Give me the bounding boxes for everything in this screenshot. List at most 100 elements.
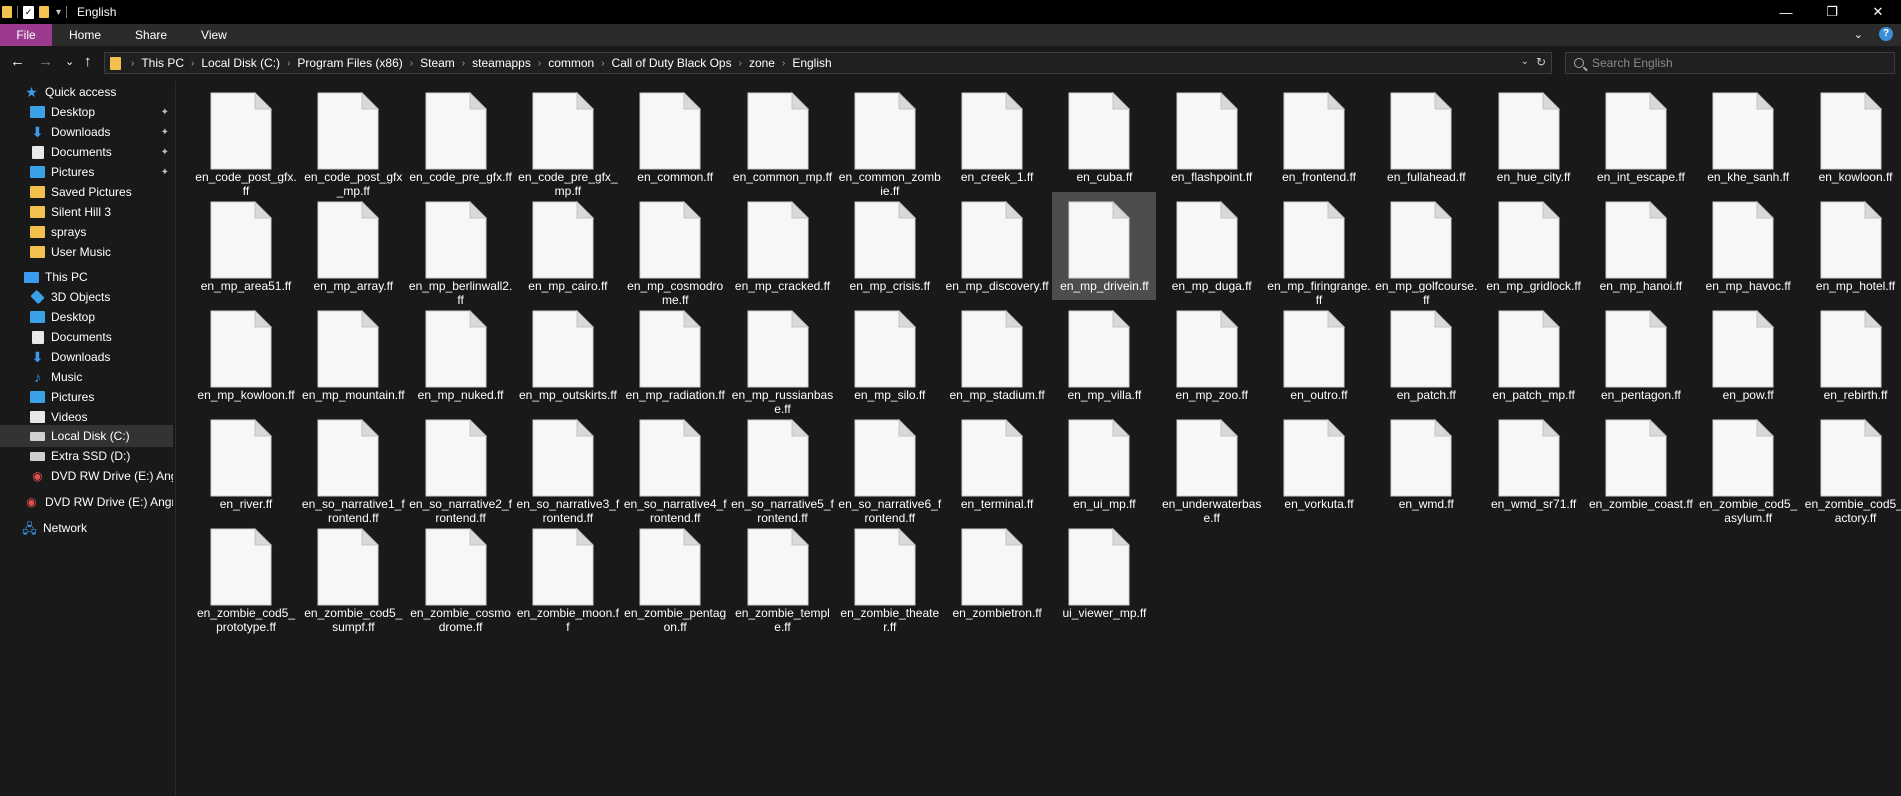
- file-item[interactable]: en_zombie_moon.ff: [516, 519, 620, 634]
- file-item[interactable]: en_so_narrative3_frontend.ff: [516, 410, 620, 525]
- breadcrumb-chevron-icon[interactable]: ›: [287, 58, 290, 69]
- file-item[interactable]: en_code_post_gfx_mp.ff: [301, 83, 405, 198]
- breadcrumb-chevron-icon[interactable]: ›: [410, 58, 413, 69]
- breadcrumb-chevron-icon[interactable]: ›: [131, 58, 134, 69]
- file-item[interactable]: en_zombie_theater.ff: [838, 519, 942, 634]
- file-item[interactable]: en_zombie_cod5_sumpf.ff: [301, 519, 405, 634]
- file-item[interactable]: en_mp_stadium.ff: [945, 301, 1049, 409]
- sidebar-item-silent-hill-3[interactable]: Silent Hill 3: [0, 201, 173, 223]
- sidebar-item-3d-objects[interactable]: 3D Objects: [0, 286, 173, 308]
- properties-icon[interactable]: ✓: [23, 5, 34, 19]
- file-item[interactable]: en_rebirth.ff: [1804, 301, 1901, 409]
- breadcrumb-item[interactable]: English: [792, 56, 831, 70]
- sidebar-item-music[interactable]: ♪ Music: [0, 366, 173, 388]
- file-item[interactable]: en_patch_mp.ff: [1482, 301, 1586, 409]
- breadcrumb-chevron-icon[interactable]: ›: [601, 58, 604, 69]
- breadcrumb-chevron-icon[interactable]: ›: [191, 58, 194, 69]
- file-item[interactable]: en_code_pre_gfx.ff: [409, 83, 513, 191]
- file-item[interactable]: en_fullahead.ff: [1374, 83, 1478, 191]
- maximize-button[interactable]: ❐: [1809, 0, 1855, 24]
- breadcrumb-chevron-icon[interactable]: ›: [739, 58, 742, 69]
- sidebar-item-dvd-rw-drive-e-angry[interactable]: ◉ DVD RW Drive (E:) Angry: [0, 465, 173, 487]
- file-item[interactable]: en_code_post_gfx.ff: [194, 83, 298, 198]
- file-item[interactable]: en_kowloon.ff: [1804, 83, 1901, 191]
- file-item[interactable]: en_underwaterbase.ff: [1160, 410, 1264, 525]
- file-item[interactable]: en_pentagon.ff: [1589, 301, 1693, 409]
- file-item[interactable]: en_river.ff: [194, 410, 298, 518]
- refresh-icon[interactable]: ↻: [1536, 55, 1546, 69]
- file-item[interactable]: en_cuba.ff: [1052, 83, 1156, 191]
- file-item[interactable]: en_zombie_pentagon.ff: [623, 519, 727, 634]
- breadcrumb-chevron-icon[interactable]: ›: [782, 58, 785, 69]
- file-item[interactable]: en_mp_berlinwall2.ff: [409, 192, 513, 307]
- file-item[interactable]: en_mp_crisis.ff: [838, 192, 942, 300]
- file-item[interactable]: en_mp_drivein.ff: [1052, 192, 1157, 300]
- file-item[interactable]: en_mp_gridlock.ff: [1482, 192, 1586, 300]
- file-item[interactable]: en_zombie_cosmodrome.ff: [409, 519, 513, 634]
- file-item[interactable]: en_so_narrative6_frontend.ff: [838, 410, 942, 525]
- up-button[interactable]: ↑: [84, 54, 92, 70]
- file-item[interactable]: en_zombietron.ff: [945, 519, 1049, 627]
- file-item[interactable]: en_flashpoint.ff: [1160, 83, 1264, 191]
- sidebar-item-sprays[interactable]: sprays: [0, 221, 173, 243]
- file-item[interactable]: en_mp_array.ff: [301, 192, 405, 300]
- file-item[interactable]: en_mp_radiation.ff: [623, 301, 727, 409]
- search-input[interactable]: [1592, 56, 1882, 70]
- file-item[interactable]: en_mp_hotel.ff: [1804, 192, 1901, 300]
- file-item[interactable]: en_zombie_coast.ff: [1589, 410, 1693, 518]
- sidebar-item-user-music[interactable]: User Music: [0, 241, 173, 263]
- file-item[interactable]: en_common_zombie.ff: [838, 83, 942, 198]
- file-item[interactable]: en_mp_duga.ff: [1160, 192, 1264, 300]
- sidebar-item-network[interactable]: 🖧 Network: [0, 517, 173, 539]
- file-item[interactable]: en_mp_silo.ff: [838, 301, 942, 409]
- file-item[interactable]: en_mp_discovery.ff: [945, 192, 1049, 300]
- tab-home[interactable]: Home: [52, 24, 118, 46]
- file-item[interactable]: en_wmd_sr71.ff: [1482, 410, 1586, 518]
- breadcrumb-item[interactable]: Call of Duty Black Ops: [612, 56, 732, 70]
- file-item[interactable]: en_mp_mountain.ff: [301, 301, 405, 409]
- file-item[interactable]: en_hue_city.ff: [1482, 83, 1586, 191]
- file-item[interactable]: en_so_narrative2_frontend.ff: [409, 410, 513, 525]
- sidebar-item-desktop[interactable]: Desktop: [0, 306, 173, 328]
- sidebar-item-downloads[interactable]: ⬇ Downloads: [0, 346, 173, 368]
- back-button[interactable]: ←: [10, 54, 25, 70]
- sidebar-item-extra-ssd-d[interactable]: Extra SSD (D:): [0, 445, 173, 467]
- file-item[interactable]: en_creek_1.ff: [945, 83, 1049, 191]
- file-item[interactable]: en_code_pre_gfx_mp.ff: [516, 83, 620, 198]
- sidebar-item-documents[interactable]: Documents ✦: [0, 141, 173, 163]
- help-icon[interactable]: ?: [1879, 27, 1893, 41]
- breadcrumb-item[interactable]: This PC: [141, 56, 184, 70]
- breadcrumb-item[interactable]: Program Files (x86): [297, 56, 402, 70]
- file-item[interactable]: en_mp_area51.ff: [194, 192, 298, 300]
- forward-button[interactable]: →: [38, 54, 53, 70]
- file-item[interactable]: en_mp_cosmodrome.ff: [623, 192, 727, 307]
- breadcrumb-chevron-icon[interactable]: ›: [462, 58, 465, 69]
- file-item[interactable]: en_common_mp.ff: [731, 83, 835, 191]
- customize-toolbar-icon[interactable]: ▾: [56, 7, 61, 18]
- close-button[interactable]: ✕: [1855, 0, 1901, 24]
- file-item[interactable]: en_vorkuta.ff: [1267, 410, 1371, 518]
- file-item[interactable]: en_mp_hanoi.ff: [1589, 192, 1693, 300]
- sidebar-item-local-disk-c[interactable]: Local Disk (C:): [0, 425, 173, 447]
- file-item[interactable]: en_mp_golfcourse.ff: [1374, 192, 1478, 307]
- file-item[interactable]: en_mp_zoo.ff: [1160, 301, 1264, 409]
- file-item[interactable]: en_zombie_cod5_factory.ff: [1804, 410, 1901, 525]
- file-item[interactable]: en_zombie_cod5_prototype.ff: [194, 519, 298, 634]
- breadcrumb-chevron-icon[interactable]: ›: [538, 58, 541, 69]
- file-item[interactable]: en_mp_villa.ff: [1052, 301, 1156, 409]
- address-bar[interactable]: › This PC › Local Disk (C:) › Program Files (…: [104, 52, 1552, 74]
- tab-share[interactable]: Share: [118, 24, 184, 46]
- file-item[interactable]: en_mp_cairo.ff: [516, 192, 620, 300]
- breadcrumb-item[interactable]: Steam: [420, 56, 455, 70]
- file-item[interactable]: en_mp_havoc.ff: [1696, 192, 1800, 300]
- sidebar-item-documents[interactable]: Documents: [0, 326, 173, 348]
- sidebar-item-dvd-rw-drive-e-angry[interactable]: ◉ DVD RW Drive (E:) Angry: [0, 491, 173, 513]
- sidebar-item-desktop[interactable]: Desktop ✦: [0, 101, 173, 123]
- file-item[interactable]: en_mp_cracked.ff: [731, 192, 835, 300]
- file-item[interactable]: ui_viewer_mp.ff: [1052, 519, 1156, 627]
- file-item[interactable]: en_frontend.ff: [1267, 83, 1371, 191]
- file-item[interactable]: en_so_narrative4_frontend.ff: [623, 410, 727, 525]
- file-item[interactable]: en_outro.ff: [1267, 301, 1371, 409]
- file-item[interactable]: en_zombie_cod5_asylum.ff: [1696, 410, 1800, 525]
- file-item[interactable]: en_so_narrative5_frontend.ff: [731, 410, 835, 525]
